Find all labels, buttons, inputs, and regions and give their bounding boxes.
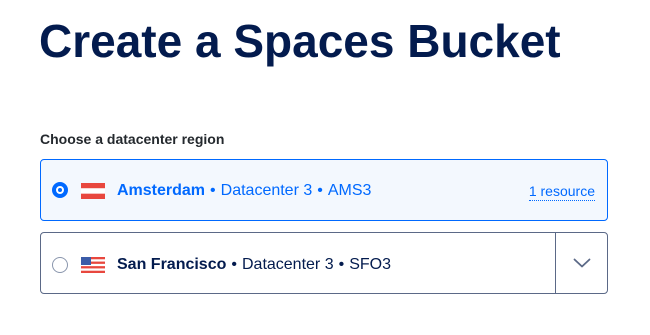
region-option-text: Amsterdam • Datacenter 3 • AMS3: [117, 182, 371, 200]
chevron-down-icon: [573, 258, 590, 268]
region-name: Amsterdam: [117, 182, 206, 199]
region-datacenter: Datacenter 3: [220, 182, 313, 199]
region-dropdown-toggle[interactable]: [555, 233, 607, 293]
region-option-amsterdam[interactable]: Amsterdam • Datacenter 3 • AMS3 1 resource: [40, 159, 608, 221]
region-option-text: San Francisco • Datacenter 3 • SFO3: [117, 256, 391, 274]
region-name: San Francisco: [117, 256, 227, 273]
radio-selected-icon[interactable]: [52, 182, 68, 198]
resource-count-link[interactable]: 1 resource: [528, 183, 595, 201]
region-datacenter: Datacenter 3: [241, 256, 334, 273]
usa-flag-icon: [81, 257, 105, 273]
separator: •: [231, 256, 237, 273]
region-option-san-francisco[interactable]: San Francisco • Datacenter 3 • SFO3: [40, 232, 608, 294]
separator: •: [210, 182, 216, 199]
region-code: SFO3: [349, 256, 391, 273]
separator: •: [317, 182, 323, 199]
radio-unselected-icon[interactable]: [52, 257, 68, 273]
netherlands-flag-icon: [81, 183, 105, 199]
region-section-label: Choose a datacenter region: [40, 131, 225, 147]
region-code: AMS3: [327, 182, 372, 199]
page-title: Create a Spaces Bucket: [39, 15, 561, 67]
separator: •: [338, 256, 345, 273]
